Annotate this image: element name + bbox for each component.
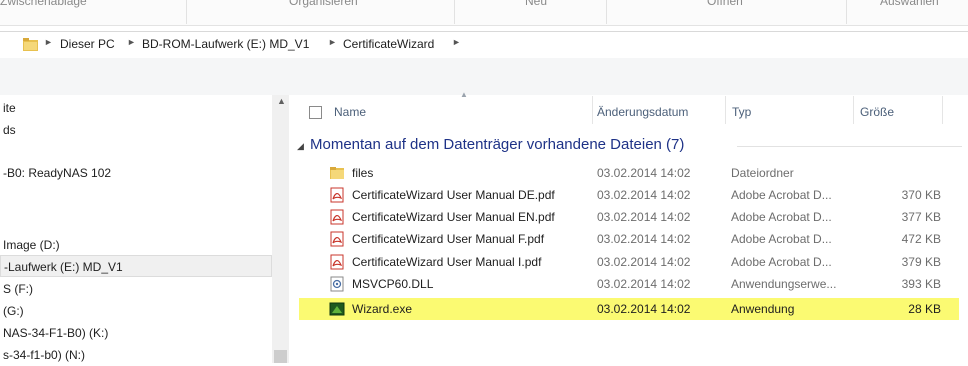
pdf-icon xyxy=(330,231,344,247)
file-size: 472 KB xyxy=(901,232,941,246)
file-row-msvcp60[interactable]: MSVCP60.DLL 03.02.2014 14:02 Anwendungse… xyxy=(299,273,959,295)
column-header-date[interactable]: Änderungsdatum xyxy=(597,100,688,124)
file-date: 03.02.2014 14:02 xyxy=(597,277,691,291)
file-size: 393 KB xyxy=(901,277,941,291)
ribbon-group-open: Öffnen xyxy=(707,0,743,8)
file-size: 379 KB xyxy=(901,255,941,269)
file-type: Anwendungserwe... xyxy=(731,277,837,291)
select-all-checkbox[interactable] xyxy=(309,106,322,119)
file-date: 03.02.2014 14:02 xyxy=(597,255,691,269)
file-date: 03.02.2014 14:02 xyxy=(597,302,691,316)
ribbon-group-organize: Organisieren xyxy=(289,0,358,8)
column-divider[interactable] xyxy=(942,96,943,124)
column-divider[interactable] xyxy=(853,96,854,124)
nav-scrollbar[interactable] xyxy=(272,95,289,363)
ribbon-group-clipboard: Zwischenablage xyxy=(0,0,87,8)
group-collapse-icon[interactable]: ◢ xyxy=(297,141,304,152)
file-date: 03.02.2014 14:02 xyxy=(597,166,691,180)
breadcrumb-bd-rom-drive[interactable]: BD-ROM-Laufwerk (E:) MD_V1 xyxy=(142,37,309,51)
nav-item-drive-k[interactable]: NAS-34-F1-B0) (K:) xyxy=(0,322,272,344)
file-row-wizard-exe[interactable]: Wizard.exe 03.02.2014 14:02 Anwendung 28… xyxy=(299,298,959,320)
file-date: 03.02.2014 14:02 xyxy=(597,210,691,224)
ribbon-group-new: Neu xyxy=(525,0,548,8)
file-row-manual-en[interactable]: CertificateWizard User Manual EN.pdf 03.… xyxy=(299,206,959,228)
group-divider-line xyxy=(737,146,962,147)
folder-icon xyxy=(330,167,344,179)
breadcrumb-chevron-icon[interactable]: ► xyxy=(328,37,337,47)
column-header-size[interactable]: Größe xyxy=(860,100,894,124)
nav-item-drive-e[interactable]: -Laufwerk (E:) MD_V1 xyxy=(0,255,272,277)
file-row-manual-f[interactable]: CertificateWizard User Manual F.pdf 03.0… xyxy=(299,228,959,250)
file-type: Adobe Acrobat D... xyxy=(731,232,832,246)
file-date: 03.02.2014 14:02 xyxy=(597,232,691,246)
nav-item[interactable]: ds xyxy=(0,119,272,141)
file-type: Adobe Acrobat D... xyxy=(731,188,832,202)
ribbon-separator xyxy=(186,0,187,24)
nav-item-drive-g[interactable]: (G:) xyxy=(0,300,272,322)
file-size: 370 KB xyxy=(901,188,941,202)
folder-icon xyxy=(23,38,38,51)
group-header[interactable]: Momentan auf dem Datenträger vorhandene … xyxy=(310,136,684,153)
sort-ascending-icon: ▲ xyxy=(460,90,468,99)
file-date: 03.02.2014 14:02 xyxy=(597,188,691,202)
column-divider[interactable] xyxy=(725,96,726,124)
ribbon-separator xyxy=(454,0,455,24)
nav-item-drive-f[interactable]: S (F:) xyxy=(0,278,272,300)
column-header-type[interactable]: Typ xyxy=(732,100,751,124)
file-type: Anwendung xyxy=(731,302,795,316)
ribbon-group-select: Auswählen xyxy=(880,0,939,8)
breadcrumb-chevron-icon[interactable]: ► xyxy=(44,37,53,47)
file-type: Adobe Acrobat D... xyxy=(731,255,832,269)
breadcrumb-this-pc[interactable]: Dieser PC xyxy=(60,37,115,51)
breadcrumb-chevron-icon[interactable]: ► xyxy=(127,37,136,47)
ribbon: Zwischenablage Organisieren Neu Öffnen A… xyxy=(0,0,968,26)
file-name: files xyxy=(352,166,374,180)
nav-item-readynas[interactable]: -B0: ReadyNAS 102 xyxy=(0,162,272,184)
address-bar[interactable]: ► Dieser PC ► BD-ROM-Laufwerk (E:) MD_V1… xyxy=(0,31,968,59)
file-size: 28 KB xyxy=(908,302,941,316)
file-name: CertificateWizard User Manual F.pdf xyxy=(352,232,545,246)
column-header-name[interactable]: Name xyxy=(334,100,366,124)
file-row-manual-de[interactable]: CertificateWizard User Manual DE.pdf 03.… xyxy=(299,184,959,206)
file-name: CertificateWizard User Manual I.pdf xyxy=(352,255,542,269)
dll-icon xyxy=(330,276,344,292)
file-row-files[interactable]: files 03.02.2014 14:02 Dateiordner xyxy=(299,162,959,184)
file-type: Adobe Acrobat D... xyxy=(731,210,832,224)
file-size: 377 KB xyxy=(901,210,941,224)
pdf-icon xyxy=(330,187,344,203)
ribbon-separator xyxy=(846,0,847,24)
scrollbar-thumb[interactable] xyxy=(274,350,287,363)
file-row-manual-i[interactable]: CertificateWizard User Manual I.pdf 03.0… xyxy=(299,251,959,273)
pdf-icon xyxy=(330,254,344,270)
nav-item-drive-d[interactable]: Image (D:) xyxy=(0,234,272,256)
toolbar-strip xyxy=(0,58,968,95)
nav-item[interactable]: ite xyxy=(0,97,272,119)
file-type: Dateiordner xyxy=(731,166,794,180)
ribbon-separator xyxy=(606,0,607,24)
file-name: CertificateWizard User Manual DE.pdf xyxy=(352,188,555,202)
pdf-icon xyxy=(330,209,344,225)
breadcrumb-chevron-icon[interactable]: ► xyxy=(452,37,461,47)
scroll-up-icon[interactable]: ▲ xyxy=(277,96,286,106)
file-name: MSVCP60.DLL xyxy=(352,277,434,291)
exe-icon xyxy=(329,302,345,316)
breadcrumb-certificatewizard[interactable]: CertificateWizard xyxy=(343,37,434,51)
column-divider[interactable] xyxy=(592,96,593,124)
file-name: CertificateWizard User Manual EN.pdf xyxy=(352,210,555,224)
file-name: Wizard.exe xyxy=(352,302,413,316)
